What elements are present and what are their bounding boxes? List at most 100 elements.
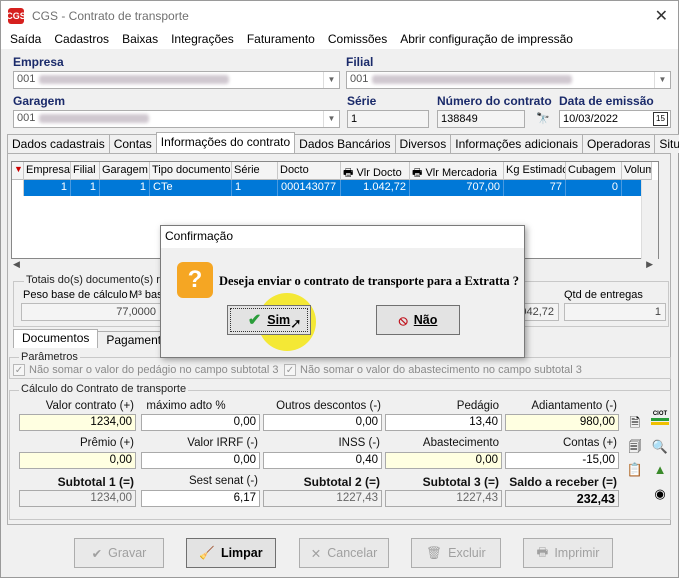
document-icon[interactable]: 🗎 (626, 414, 644, 432)
grid-header: ▼ Empresa Filial Garagem Tipo documento … (12, 162, 652, 180)
col-cubagem[interactable]: Cubagem (566, 162, 622, 180)
copy-icon[interactable]: 📋 (626, 461, 644, 479)
col-vlr-mercadoria[interactable]: 🖶 Vlr Mercadoria (410, 162, 504, 180)
maximo-field[interactable]: 0,00 (141, 414, 260, 431)
chevron-down-icon[interactable]: ▼ (323, 111, 339, 127)
cell-vlr-mercadoria[interactable]: 707,00 (410, 180, 504, 196)
cell-filial[interactable]: 1 (71, 180, 100, 196)
cancelar-label: Cancelar (327, 546, 378, 560)
contas-field[interactable]: -15,00 (505, 452, 619, 469)
tab-dados-cadastrais[interactable]: Dados cadastrais (7, 134, 110, 153)
gravar-button[interactable]: ✔ Gravar (74, 538, 164, 568)
garagem-name-redacted (39, 113, 150, 123)
cell-empresa[interactable]: 1 (24, 180, 71, 196)
menu-integracoes[interactable]: Integrações (171, 31, 234, 49)
print-document-icon[interactable]: 🗐 (626, 438, 644, 456)
no-button[interactable]: ⦸ Não (376, 305, 460, 335)
inss-field[interactable]: 0,40 (263, 452, 382, 469)
garagem-select[interactable]: 001 ▼ (13, 110, 340, 128)
triangle-logo-icon[interactable]: ▲ (651, 461, 669, 479)
col-garagem[interactable]: Garagem (100, 162, 150, 180)
chevron-down-icon[interactable]: ▼ (654, 72, 670, 88)
menu-cadastros[interactable]: Cadastros (54, 31, 109, 49)
tab-informacoes-contrato[interactable]: Informações do contrato (155, 132, 296, 153)
serie-field[interactable]: 1 (347, 110, 429, 128)
search-document-icon[interactable]: 🔍 (651, 438, 669, 456)
subtab-documentos[interactable]: Documentos (13, 329, 99, 348)
no-abastecimento-checkbox[interactable]: ✓ Não somar o valor do abastecimento no c… (284, 364, 582, 376)
menu-abrir-config[interactable]: Abrir configuração de impressão (400, 31, 573, 49)
saldo-label: Saldo a receber (=) (509, 475, 617, 489)
tab-operadoras[interactable]: Operadoras (581, 134, 656, 153)
subtotal2-field[interactable]: 1227,43 (263, 490, 382, 507)
col-kg-estimado[interactable]: Kg Estimado (504, 162, 566, 180)
tab-informacoes-adicionais[interactable]: Informações adicionais (450, 134, 583, 153)
filial-label: Filial (346, 55, 374, 69)
cancelar-button[interactable]: ✕ Cancelar (299, 538, 389, 568)
outros-field[interactable]: 0,00 (263, 414, 382, 431)
table-row[interactable]: 1 1 1 CTe 1 000143077 1.042,72 707,00 77… (12, 180, 652, 196)
menu-comissoes[interactable]: Comissões (328, 31, 387, 49)
excluir-label: Excluir (448, 546, 486, 560)
col-filial[interactable]: Filial (71, 162, 100, 180)
col-volum[interactable]: Volum (622, 162, 652, 180)
cell-garagem[interactable]: 1 (100, 180, 150, 196)
menu-bar: Saída Cadastros Baixas Integrações Fatur… (1, 31, 678, 49)
pedagio-field[interactable]: 13,40 (385, 414, 502, 431)
excluir-button[interactable]: 🗑 Excluir (411, 538, 501, 568)
scroll-left-icon[interactable]: ◀ (13, 259, 20, 270)
chevron-down-icon[interactable]: ▼ (323, 72, 339, 88)
binoculars-icon[interactable]: 🔭 (534, 110, 552, 128)
close-icon[interactable]: ✕ (655, 6, 668, 26)
scroll-right-icon[interactable]: ▶ (646, 259, 653, 270)
confirm-dialog: Confirmação ? Deseja enviar o contrato d… (160, 225, 525, 358)
cell-docto[interactable]: 000143077 (278, 180, 341, 196)
col-vlr-docto[interactable]: 🖶 Vlr Docto (341, 162, 410, 180)
saldo-field[interactable]: 232,43 (505, 490, 619, 507)
calc-title: Cálculo do Contrato de transporte (19, 383, 189, 395)
irrf-field[interactable]: 0,00 (141, 452, 260, 469)
entregas-field[interactable]: 1 (564, 303, 666, 321)
tab-situacao[interactable]: Situação (654, 134, 679, 153)
col-empresa[interactable]: Empresa (24, 162, 71, 180)
subtotal1-field[interactable]: 1234,00 (19, 490, 136, 507)
imprimir-button[interactable]: 🖶 Imprimir (523, 538, 613, 568)
cell-vlr-docto[interactable]: 1.042,72 (341, 180, 410, 196)
cell-serie[interactable]: 1 (232, 180, 278, 196)
tab-contas[interactable]: Contas (108, 134, 157, 153)
sort-indicator-icon: ▼ (12, 162, 24, 180)
emissao-label: Data de emissão (559, 94, 654, 108)
tab-diversos[interactable]: Diversos (394, 134, 452, 153)
menu-faturamento[interactable]: Faturamento (247, 31, 315, 49)
abastecimento-field[interactable]: 0,00 (385, 452, 502, 469)
cell-tipo-documento[interactable]: CTe (150, 180, 232, 196)
no-pedagio-checkbox[interactable]: ✓ Não somar o valor do pedágio no campo s… (13, 364, 279, 376)
premio-field[interactable]: 0,00 (19, 452, 136, 469)
menu-saida[interactable]: Saída (10, 31, 41, 49)
col-serie[interactable]: Série (232, 162, 278, 180)
numero-field[interactable]: 138849 (437, 110, 525, 128)
valor-contrato-field[interactable]: 1234,00 (19, 414, 136, 431)
tab-dados-bancarios[interactable]: Dados Bancários (294, 134, 396, 153)
fingerprint-icon[interactable]: ◉ (651, 485, 669, 503)
limpar-button[interactable]: 🧹 Limpar (186, 538, 276, 568)
empresa-select[interactable]: 001 ▼ (13, 71, 340, 89)
ciot-green-bar (651, 418, 669, 421)
vertical-scrollbar[interactable] (641, 180, 658, 260)
calendar-icon[interactable]: 15 (653, 112, 668, 126)
cell-cubagem[interactable]: 0 (566, 180, 622, 196)
contas-label: Contas (+) (562, 437, 617, 449)
peso-field[interactable]: 77,0000 (21, 303, 161, 321)
ciot-icon[interactable]: CIOT (651, 411, 669, 431)
window-title: CGS - Contrato de transporte (32, 9, 189, 23)
col-tipo-documento[interactable]: Tipo documento (150, 162, 232, 180)
cell-kg-estimado[interactable]: 77 (504, 180, 566, 196)
filial-select[interactable]: 001 ▼ (346, 71, 671, 89)
app-logo: CGS (6, 8, 26, 24)
menu-baixas[interactable]: Baixas (122, 31, 158, 49)
cancel-icon: ✕ (310, 546, 322, 561)
sest-field[interactable]: 6,17 (141, 490, 260, 507)
subtotal3-field[interactable]: 1227,43 (385, 490, 502, 507)
col-docto[interactable]: Docto (278, 162, 341, 180)
adiantamento-field[interactable]: 980,00 (505, 414, 619, 431)
